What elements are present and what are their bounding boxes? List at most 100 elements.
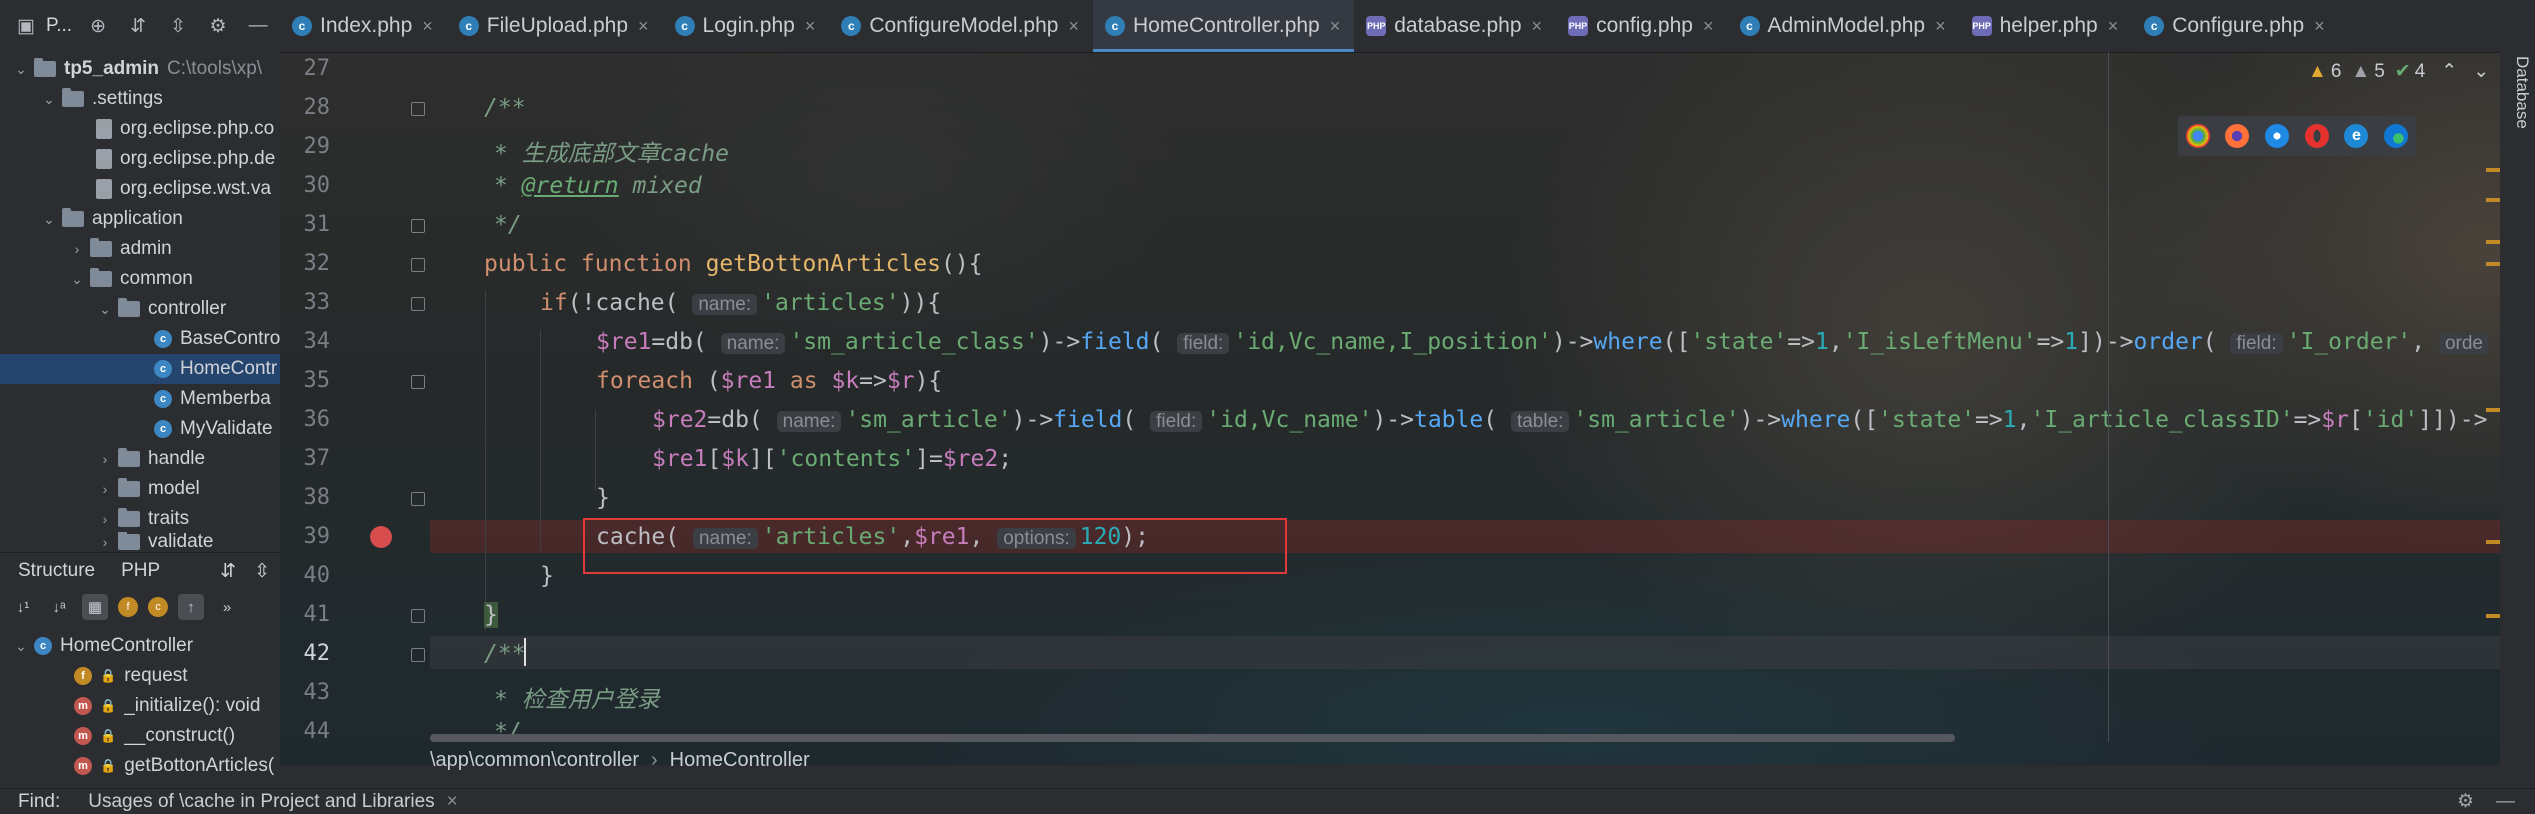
chevron-up-icon[interactable]: ⌃ [2441, 60, 2457, 83]
fold-marker-icon[interactable] [411, 297, 425, 311]
chevron-down-icon[interactable]: ⌄ [2473, 60, 2489, 83]
fold-marker-icon[interactable] [411, 609, 425, 623]
fold-marker-icon[interactable] [411, 492, 425, 506]
structure-member[interactable]: f 🔒 request [0, 661, 280, 691]
tab-structure[interactable]: Structure [18, 560, 95, 582]
tree-item[interactable]: › traits [0, 504, 280, 534]
gear-icon[interactable]: ⚙ [204, 12, 232, 40]
close-icon[interactable]: × [805, 16, 816, 37]
scroll-marker[interactable] [2486, 408, 2500, 412]
chevron-right-icon[interactable]: › [98, 511, 112, 527]
chevron-down-icon[interactable]: ⌄ [42, 211, 56, 228]
breakpoint-icon[interactable] [370, 526, 392, 548]
close-icon[interactable]: × [638, 16, 649, 37]
tree-item[interactable]: org.eclipse.php.de [0, 144, 280, 174]
tab-helper[interactable]: PHP helper.php × [1960, 0, 2133, 52]
firefox-icon[interactable] [2225, 124, 2250, 148]
close-icon[interactable]: × [1068, 16, 1079, 37]
chevron-down-icon[interactable]: ⌄ [70, 271, 84, 288]
tree-item[interactable]: › model [0, 474, 280, 504]
fold-marker-icon[interactable] [411, 648, 425, 662]
tab-homecontroller[interactable]: c HomeController.php × [1092, 0, 1355, 52]
chevron-right-icon[interactable]: › [98, 451, 112, 467]
fold-marker-icon[interactable] [411, 219, 425, 233]
project-view-icon[interactable]: ▣ [12, 12, 40, 40]
expand-all-icon[interactable]: ⇵ [124, 12, 152, 40]
structure-member[interactable]: m 🔒 __construct() [0, 721, 280, 751]
tab-configure[interactable]: c Configure.php × [2132, 0, 2338, 52]
fold-marker-icon[interactable] [411, 375, 425, 389]
close-icon[interactable]: × [2314, 16, 2325, 37]
show-fields-icon[interactable]: f [118, 597, 138, 617]
collapse-icon[interactable]: ⇳ [254, 560, 270, 583]
close-icon[interactable]: × [1330, 16, 1341, 37]
editor-gutter[interactable]: 27 28 29 30 31 32 33 34 35 36 37 38 39 4… [280, 52, 430, 765]
chevron-down-icon[interactable]: ⌄ [98, 301, 112, 318]
sort-alpha-icon[interactable]: ↓ᵃ [46, 594, 72, 620]
database-tool-button[interactable]: Database [2512, 56, 2532, 129]
tree-item[interactable]: c MyValidate [0, 414, 280, 444]
close-icon[interactable]: × [2108, 16, 2119, 37]
tree-root[interactable]: ⌄ tp5_admin C:\tools\xp\ [0, 54, 280, 84]
breadcrumb-path[interactable]: \app\common\controller [430, 749, 639, 772]
code-editor[interactable]: /** * 生成底部文章cache * @return mixed */ pub… [430, 52, 2535, 765]
chevron-down-icon[interactable]: ⌄ [14, 638, 28, 655]
tree-item[interactable]: c BaseContro [0, 324, 280, 354]
chrome-icon[interactable] [2185, 124, 2210, 148]
show-constants-icon[interactable]: c [148, 597, 168, 617]
collapse-all-icon[interactable]: ⇳ [164, 12, 192, 40]
tab-configuremodel[interactable]: c ConfigureModel.php × [829, 0, 1093, 52]
ie-icon[interactable]: e [2344, 124, 2369, 148]
scroll-marker[interactable] [2486, 168, 2500, 172]
tree-item[interactable]: ⌄ .settings [0, 84, 280, 114]
tree-item[interactable]: › admin [0, 234, 280, 264]
chevron-down-icon[interactable]: ⌄ [42, 91, 56, 108]
breadcrumb-class[interactable]: HomeController [670, 749, 810, 772]
minimize-icon[interactable]: — [2496, 791, 2515, 813]
edge-icon[interactable] [2384, 124, 2409, 148]
tree-item[interactable]: org.eclipse.php.co [0, 114, 280, 144]
tab-index[interactable]: c Index.php × [280, 0, 447, 52]
locate-icon[interactable]: ⊕ [84, 12, 112, 40]
tree-item[interactable]: ⌄ common [0, 264, 280, 294]
inspection-widget[interactable]: ▲ 6 ▲ 5 ✔ 4 ⌃ ⌄ [2308, 60, 2489, 83]
tree-item-selected[interactable]: c HomeContr [0, 354, 280, 384]
close-icon[interactable]: × [1935, 16, 1946, 37]
close-icon[interactable]: × [1532, 16, 1543, 37]
safari-icon[interactable] [2265, 124, 2290, 148]
tab-database[interactable]: PHP database.php × [1354, 0, 1556, 52]
close-icon[interactable]: × [447, 791, 458, 813]
scroll-marker[interactable] [2486, 240, 2500, 244]
tree-item[interactable]: c Memberba [0, 384, 280, 414]
filter-icon[interactable]: ↑ [178, 594, 204, 620]
sort-icon[interactable]: ⇵ [220, 560, 236, 583]
close-icon[interactable]: × [1703, 16, 1714, 37]
chevron-right-icon[interactable]: › [98, 534, 112, 550]
gear-icon[interactable]: ⚙ [2457, 790, 2474, 813]
tree-item[interactable]: › validate [0, 532, 280, 552]
tab-fileupload[interactable]: c FileUpload.php × [447, 0, 663, 52]
tree-item[interactable]: org.eclipse.wst.va [0, 174, 280, 204]
scroll-marker[interactable] [2486, 540, 2500, 544]
tree-item[interactable]: ⌄ application [0, 204, 280, 234]
chevron-down-icon[interactable]: ⌄ [14, 61, 28, 78]
chevron-right-icon[interactable]: › [98, 481, 112, 497]
fold-marker-icon[interactable] [411, 102, 425, 116]
tree-item[interactable]: ⌄ controller [0, 294, 280, 324]
structure-member[interactable]: m 🔒 getBottonArticles( [0, 751, 280, 781]
fold-marker-icon[interactable] [411, 258, 425, 272]
opera-icon[interactable] [2304, 124, 2329, 148]
project-view-label[interactable]: P... [46, 15, 72, 37]
more-icon[interactable]: » [214, 594, 240, 620]
hide-panel-icon[interactable]: — [244, 12, 272, 40]
tab-config[interactable]: PHP config.php × [1556, 0, 1727, 52]
tab-login[interactable]: c Login.php × [663, 0, 830, 52]
close-icon[interactable]: × [422, 16, 433, 37]
tab-php[interactable]: PHP [121, 560, 160, 582]
tab-adminmodel[interactable]: c AdminModel.php × [1728, 0, 1960, 52]
chevron-right-icon[interactable]: › [70, 241, 84, 257]
show-inherited-icon[interactable]: ▦ [82, 594, 108, 620]
structure-member[interactable]: m 🔒 _initialize(): void [0, 691, 280, 721]
scroll-marker[interactable] [2486, 262, 2500, 266]
structure-root[interactable]: ⌄ c HomeController [0, 631, 280, 661]
